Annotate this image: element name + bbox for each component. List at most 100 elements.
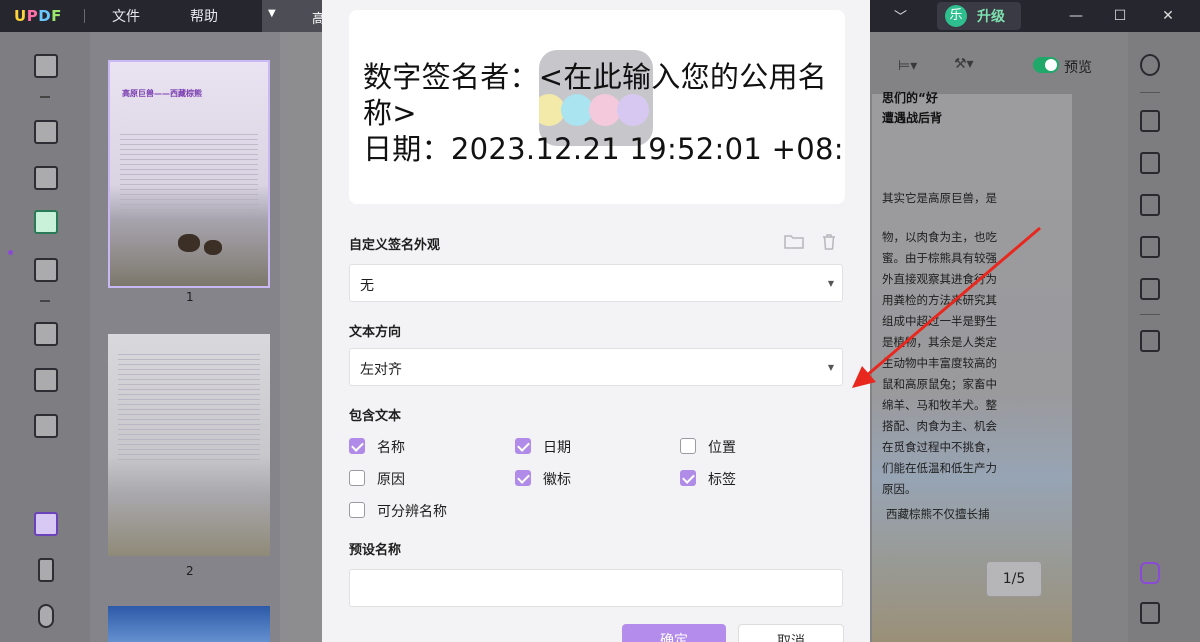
bookmark-icon[interactable] [38,558,54,582]
maximize-button[interactable]: ☐ [1108,4,1132,28]
thumbnail-panel: 高原巨兽——西藏棕熊 1 2 [90,32,280,642]
logo-wave [617,94,649,126]
direction-label: 文本方向 [349,325,402,340]
search-icon[interactable] [1140,54,1160,76]
folder-icon[interactable] [784,233,804,251]
doc-text-line: 搭配、肉食为主、机会 [882,419,997,433]
chevron-down-icon: ▼ [827,279,834,288]
menu-help[interactable]: 帮助 [190,6,218,26]
page-thumbnail-2[interactable] [108,334,270,556]
page-counter: 1/5 [986,561,1042,597]
thumbnail-text-lines [118,354,260,464]
convert-icon[interactable] [1140,152,1160,174]
document-view: 思们的“好 遭遇战后背 其实它是高原巨兽，是 物，以肉食为主，也吃 蜜。由于棕熊… [864,32,1128,642]
right-toolbar [1128,32,1200,642]
checkbox-label: 原因 [377,472,405,488]
attachment-icon[interactable] [38,604,54,628]
toolbar-divider [1140,314,1160,315]
avatar: 乐 [945,5,967,27]
checkbox-box[interactable] [680,470,696,486]
close-button[interactable]: ✕ [1156,4,1180,28]
page-thumbnail-3[interactable] [108,606,270,642]
checkbox-label: 位置 [708,440,736,456]
doc-text-line: 是植物，其余是人类定 [882,335,997,349]
comment-icon[interactable] [34,120,58,144]
organize-pages-icon[interactable] [34,322,58,346]
doc-text-line: 绵羊、马和牧羊犬。整 [882,398,997,412]
checkbox-box[interactable] [349,470,365,486]
bear-image [204,240,222,255]
page-number-1: 1 [186,290,194,304]
share-icon[interactable] [1140,236,1160,258]
checkbox-box[interactable] [515,470,531,486]
checkbox-label: 标签 [708,472,736,488]
doc-text-line: 蜜。由于棕熊具有较强 [882,251,997,265]
preview-label: 预览 [1064,60,1092,76]
doc-text-line: 其实它是高原巨兽，是 [882,191,997,205]
chevron-down-icon[interactable]: ﹀ [894,6,907,25]
direction-value: 左对齐 [360,362,402,378]
doc-text-line: 用粪检的方法来研究其 [882,293,997,307]
cancel-button[interactable]: 取消 [738,624,844,642]
preset-name-label: 预设名称 [349,543,402,558]
checkbox-label: 徽标 [543,472,571,488]
thumbnail-text-lines [120,134,258,214]
appearance-value: 无 [360,278,374,294]
save-icon[interactable] [1140,330,1160,352]
align-icon[interactable]: ⊨▾ [898,58,917,74]
title-separator [84,9,85,23]
checkbox-label: 名称 [377,440,405,456]
ocr-icon[interactable] [1140,110,1160,132]
direction-select[interactable]: 左对齐 ▼ [349,348,843,386]
bear-image [178,234,200,252]
menu-file[interactable]: 文件 [112,6,140,26]
checkbox-box[interactable] [680,438,696,454]
page-thumbnail-1[interactable]: 高原巨兽——西藏棕熊 [108,60,270,288]
checkbox-box[interactable] [515,438,531,454]
confirm-button[interactable]: 确定 [622,624,726,642]
signature-line-3: 日期：2023.12.21 19:52:01 +08:00 [363,132,845,166]
edit-icon[interactable] [34,166,58,190]
sign-icon[interactable] [34,258,58,282]
preview-toggle[interactable] [1033,57,1059,73]
signature-line-1: 数字签名者：<在此输入您的公用名 [363,60,828,94]
page-number-2: 2 [186,564,194,578]
email-icon[interactable] [1140,278,1160,300]
doc-heading-line: 思们的“好 [882,91,938,105]
active-indicator [8,250,13,255]
tab-dropdown-icon[interactable]: ▼ [268,8,276,19]
layers-icon[interactable] [34,512,58,536]
doc-text-line: 西藏棕熊不仅擅长捕 [886,507,990,521]
left-toolbar [0,32,90,642]
trash-icon[interactable] [820,233,840,251]
doc-text-line: 生动物中丰富度较高的 [882,356,997,370]
doc-text-line: 外直接观察其进食行为 [882,272,997,286]
signature-preview: 数字签名者：<在此输入您的公用名 称> 日期：2023.12.21 19:52:… [349,10,845,204]
tools-icon[interactable]: ⚒▾ [954,56,974,72]
duplicate-icon[interactable] [34,414,58,438]
doc-text-line: 鼠和高原鼠兔；家畜中 [882,377,997,391]
toolbar-divider [1140,92,1160,93]
app-logo: UPDF [14,7,62,25]
reader-icon[interactable] [34,54,58,78]
crop-icon[interactable] [34,368,58,392]
document-page: 思们的“好 遭遇战后背 其实它是高原巨兽，是 物，以肉食为主，也吃 蜜。由于棕熊… [872,91,1072,642]
ai-assistant-icon[interactable] [1140,562,1160,584]
comment-panel-icon[interactable] [1140,602,1160,624]
toolbar-divider [40,96,50,98]
upgrade-button[interactable]: 乐 升级 [937,2,1021,30]
minimize-button[interactable]: — [1064,4,1088,28]
appearance-select[interactable]: 无 ▼ [349,264,843,302]
preset-name-input[interactable] [349,569,843,607]
include-text-label: 包含文本 [349,409,402,424]
signature-appearance-dialog: 数字签名者：<在此输入您的公用名 称> 日期：2023.12.21 19:52:… [322,0,870,642]
doc-text-line: 物，以肉食为主，也吃 [882,230,997,244]
form-icon[interactable] [34,210,58,234]
doc-text-line: 组成中超过一半是野生 [882,314,997,328]
checkbox-box[interactable] [349,438,365,454]
upgrade-label: 升级 [977,9,1005,25]
checkbox-label: 日期 [543,440,571,456]
checkbox-box[interactable] [349,502,365,518]
appearance-label: 自定义签名外观 [349,238,441,253]
protect-icon[interactable] [1140,194,1160,216]
